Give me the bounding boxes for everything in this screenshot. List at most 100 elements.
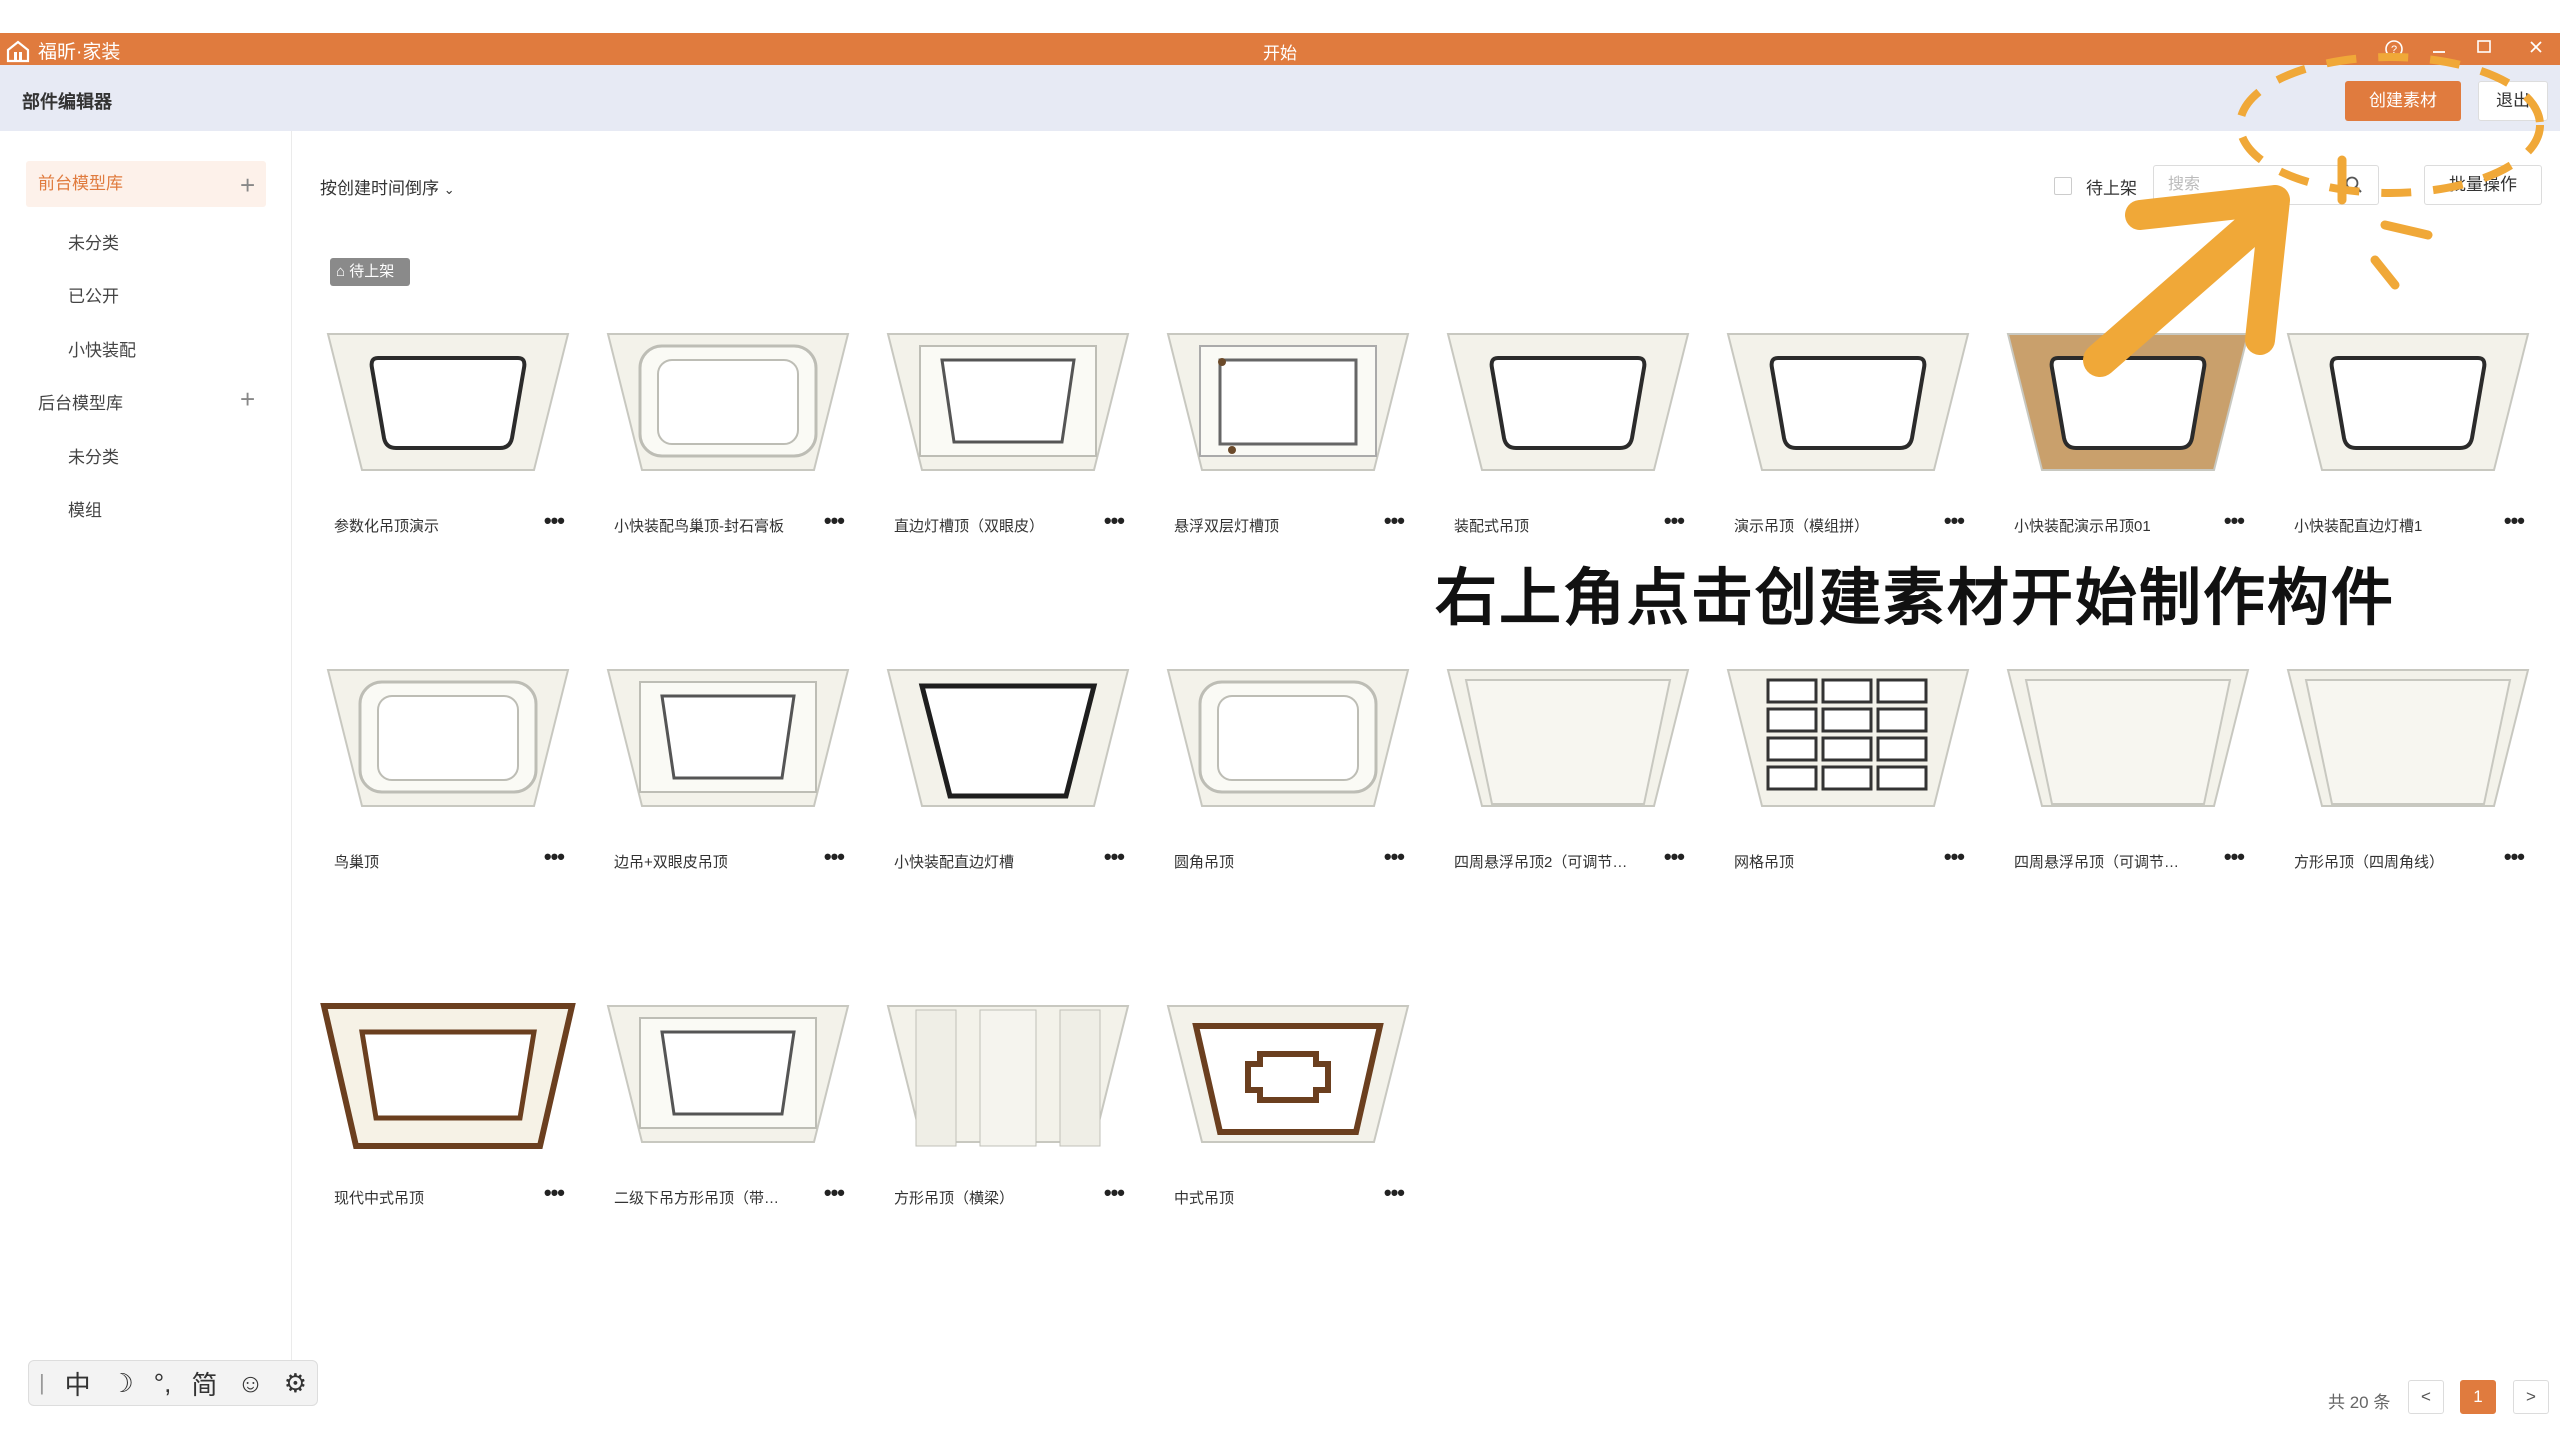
sidebar-item-front-published[interactable]: 已公开 xyxy=(68,282,119,307)
model-thumbnail[interactable] xyxy=(2000,656,2256,826)
model-card[interactable]: 直边灯槽顶（双眼皮） ••• xyxy=(880,250,1136,550)
model-name: 四周悬浮吊顶（可调节… xyxy=(2014,854,2180,871)
model-thumbnail[interactable] xyxy=(1720,656,1976,826)
more-options-icon[interactable]: ••• xyxy=(1104,844,1125,870)
model-thumbnail[interactable] xyxy=(1720,320,1976,490)
sidebar-item-front-uncategorized[interactable]: 未分类 xyxy=(68,229,119,254)
maximize-icon[interactable] xyxy=(2470,37,2498,61)
model-thumbnail[interactable] xyxy=(880,320,1136,490)
create-material-button[interactable]: 创建素材 xyxy=(2345,81,2461,121)
sidebar-item-back-library[interactable]: 后台模型库 xyxy=(38,389,123,414)
model-thumbnail[interactable] xyxy=(320,656,576,826)
model-thumbnail[interactable] xyxy=(600,320,856,490)
model-thumbnail[interactable] xyxy=(600,656,856,826)
more-options-icon[interactable]: ••• xyxy=(544,508,565,534)
more-options-icon[interactable]: ••• xyxy=(1664,508,1685,534)
more-options-icon[interactable]: ••• xyxy=(2224,844,2245,870)
more-options-icon[interactable]: ••• xyxy=(1944,508,1965,534)
model-thumbnail[interactable] xyxy=(880,992,1136,1162)
exit-button[interactable]: 退出 xyxy=(2478,81,2548,121)
model-card[interactable]: 方形吊顶（横梁） ••• xyxy=(880,922,1136,1222)
model-card[interactable]: 现代中式吊顶 ••• xyxy=(320,922,576,1222)
model-card[interactable]: 参数化吊顶演示 ••• xyxy=(320,250,576,550)
model-card[interactable]: 边吊+双眼皮吊顶 ••• xyxy=(600,586,856,886)
more-options-icon[interactable]: ••• xyxy=(2504,508,2525,534)
model-card[interactable]: 圆角吊顶 ••• xyxy=(1160,586,1416,886)
sidebar-item-front-library[interactable]: 前台模型库 xyxy=(26,161,266,207)
model-name: 装配式吊顶 xyxy=(1454,518,1530,535)
model-thumbnail[interactable] xyxy=(2280,656,2536,826)
more-options-icon[interactable]: ••• xyxy=(1384,1180,1405,1206)
model-card[interactable]: 小快装配鸟巢顶-封石膏板 ••• xyxy=(600,250,856,550)
sort-label: 按创建时间倒序 xyxy=(320,179,439,198)
model-thumbnail[interactable] xyxy=(880,656,1136,826)
ime-simplified-mode[interactable]: 简 xyxy=(191,1365,217,1402)
punctuation-icon[interactable]: °, xyxy=(154,1368,172,1399)
model-name: 演示吊顶（模组拼） xyxy=(1734,518,1870,535)
model-card[interactable]: 小快装配演示吊顶01 ••• xyxy=(2000,250,2256,550)
model-thumbnail[interactable] xyxy=(1160,320,1416,490)
sidebar-item-back-modules[interactable]: 模组 xyxy=(68,496,102,521)
more-options-icon[interactable]: ••• xyxy=(1384,844,1405,870)
model-thumbnail[interactable] xyxy=(1160,656,1416,826)
close-icon[interactable] xyxy=(2522,37,2550,61)
sidebar-item-back-uncategorized[interactable]: 未分类 xyxy=(68,443,119,468)
more-options-icon[interactable]: ••• xyxy=(2504,844,2525,870)
shelf-icon: ⌂ xyxy=(336,263,346,280)
model-name: 鸟巢顶 xyxy=(334,854,380,871)
next-page-button[interactable]: > xyxy=(2513,1380,2549,1414)
model-card[interactable]: 演示吊顶（模组拼） ••• xyxy=(1720,250,1976,550)
sidebar-item-front-quick-assembly[interactable]: 小快装配 xyxy=(68,336,136,361)
model-thumbnail[interactable] xyxy=(1160,992,1416,1162)
window-title: 开始 xyxy=(1263,44,1297,63)
minimize-icon[interactable] xyxy=(2425,37,2453,61)
batch-operation-button[interactable]: 批量操作 xyxy=(2424,165,2542,205)
pending-filter-checkbox[interactable] xyxy=(2054,177,2072,195)
title-bar: 福昕·家装 开始 ? xyxy=(0,33,2560,65)
page-1-button[interactable]: 1 xyxy=(2460,1380,2496,1414)
add-back-category-icon[interactable]: + xyxy=(240,386,255,412)
model-name: 网格吊顶 xyxy=(1734,854,1795,871)
model-thumbnail[interactable] xyxy=(2000,320,2256,490)
help-icon[interactable]: ? xyxy=(2380,37,2408,61)
settings-icon[interactable]: ⚙ xyxy=(284,1368,307,1399)
prev-page-button[interactable]: < xyxy=(2408,1380,2444,1414)
model-thumbnail[interactable] xyxy=(320,992,576,1162)
more-options-icon[interactable]: ••• xyxy=(544,844,565,870)
more-options-icon[interactable]: ••• xyxy=(1104,1180,1125,1206)
model-name: 参数化吊顶演示 xyxy=(334,518,440,535)
more-options-icon[interactable]: ••• xyxy=(1664,844,1685,870)
more-options-icon[interactable]: ••• xyxy=(1944,844,1965,870)
more-options-icon[interactable]: ••• xyxy=(824,844,845,870)
more-options-icon[interactable]: ••• xyxy=(1384,508,1405,534)
sort-dropdown[interactable]: 按创建时间倒序 ⌄ xyxy=(320,174,455,199)
model-name: 中式吊顶 xyxy=(1174,1190,1235,1207)
model-card[interactable]: 小快装配直边灯槽 ••• xyxy=(880,586,1136,886)
moon-icon[interactable]: ☽ xyxy=(111,1368,134,1399)
model-thumbnail[interactable] xyxy=(2280,320,2536,490)
model-card[interactable]: 二级下吊方形吊顶（带… ••• xyxy=(600,922,856,1222)
model-thumbnail[interactable] xyxy=(1440,320,1696,490)
search-input[interactable] xyxy=(2168,174,2338,196)
model-thumbnail[interactable] xyxy=(1440,656,1696,826)
editor-header: 部件编辑器 xyxy=(0,65,2560,131)
add-front-category-icon[interactable]: + xyxy=(240,172,255,198)
model-name: 四周悬浮吊顶2（可调节… xyxy=(1454,854,1628,871)
more-options-icon[interactable]: ••• xyxy=(824,508,845,534)
model-name: 方形吊顶（横梁） xyxy=(894,1190,1015,1207)
model-card[interactable]: 悬浮双层灯槽顶 ••• xyxy=(1160,250,1416,550)
more-options-icon[interactable]: ••• xyxy=(1104,508,1125,534)
model-card[interactable]: 鸟巢顶 ••• xyxy=(320,586,576,886)
ime-divider: | xyxy=(38,1370,45,1395)
model-thumbnail[interactable] xyxy=(320,320,576,490)
model-card[interactable]: 装配式吊顶 ••• xyxy=(1440,250,1696,550)
more-options-icon[interactable]: ••• xyxy=(824,1180,845,1206)
model-card[interactable]: 小快装配直边灯槽1 ••• xyxy=(2280,250,2536,550)
search-icon[interactable] xyxy=(2344,175,2364,195)
model-card[interactable]: 中式吊顶 ••• xyxy=(1160,922,1416,1222)
ime-chinese-mode[interactable]: 中 xyxy=(65,1365,91,1402)
emoji-icon[interactable]: ☺ xyxy=(237,1368,264,1399)
model-thumbnail[interactable] xyxy=(600,992,856,1162)
more-options-icon[interactable]: ••• xyxy=(2224,508,2245,534)
more-options-icon[interactable]: ••• xyxy=(544,1180,565,1206)
